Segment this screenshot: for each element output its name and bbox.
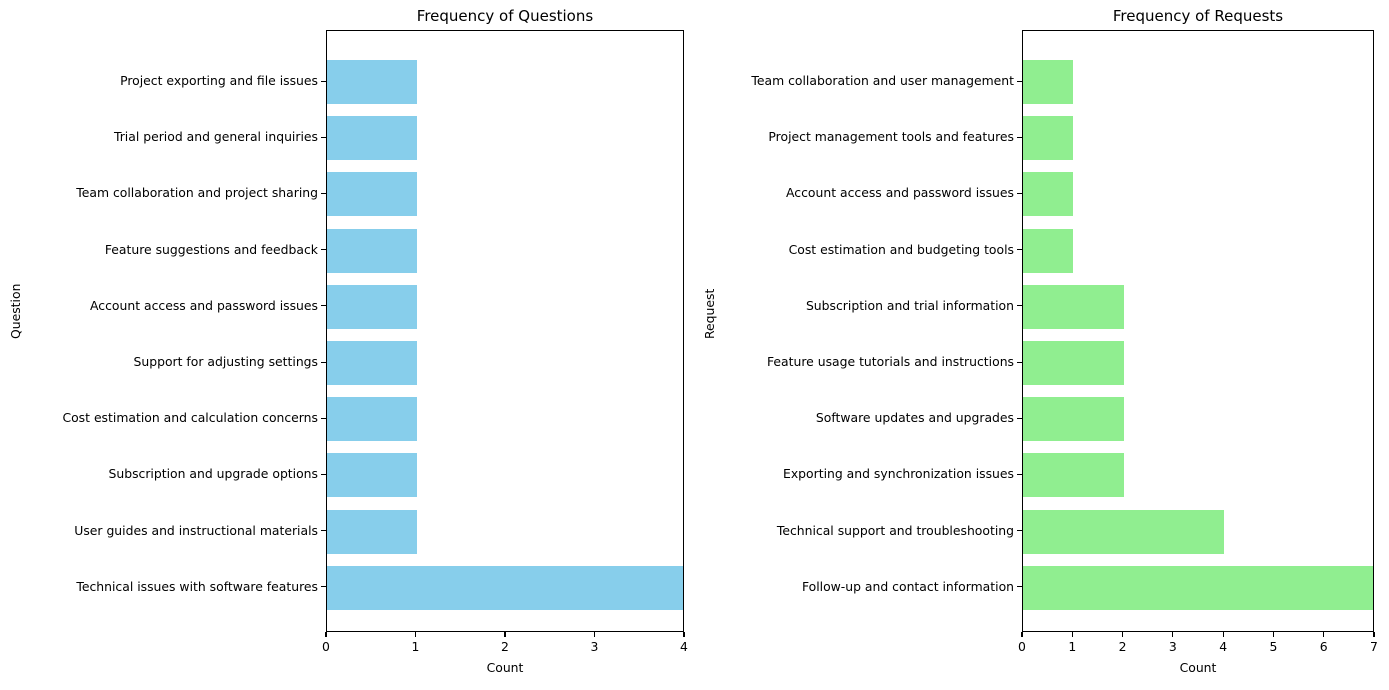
- plot-area-questions: [326, 30, 684, 632]
- y-tick-label: Technical support and troubleshooting: [776, 522, 1014, 538]
- y-tick-label: Follow-up and contact information: [801, 578, 1014, 594]
- bar-questions: [327, 284, 417, 329]
- subplot-questions: Frequency of Questions Question Project …: [0, 0, 695, 690]
- x-tick-mark: [504, 632, 506, 637]
- y-tick-mark: [1017, 586, 1022, 588]
- bar-questions: [327, 60, 417, 104]
- x-tick-label: 0: [322, 639, 330, 654]
- x-tick-mark: [1272, 632, 1275, 637]
- y-tick-mark: [1017, 249, 1022, 251]
- x-tick-mark: [1373, 632, 1375, 637]
- x-tick-label: 4: [1219, 639, 1228, 654]
- y-tick-label: Trial period and general inquiries: [113, 129, 318, 145]
- y-tick-mark: [321, 249, 326, 251]
- bar-requests: [1023, 397, 1124, 442]
- bar-requests: [1023, 116, 1074, 161]
- y-tick-mark: [321, 417, 326, 419]
- y-tick-labels-requests: Team collaboration and user management Pr…: [694, 0, 1014, 690]
- bar-questions: [327, 116, 417, 161]
- bar-questions: [327, 453, 417, 498]
- y-tick-label: User guides and instructional materials: [74, 522, 318, 538]
- bar-questions: [327, 397, 417, 442]
- bar-questions: [327, 228, 417, 273]
- y-tick-label: Project management tools and features: [768, 129, 1014, 145]
- bar-questions: [327, 341, 417, 385]
- y-tick-mark: [1017, 361, 1022, 363]
- y-tick-mark: [321, 473, 326, 476]
- bar-requests: [1023, 509, 1225, 554]
- bar-questions: [327, 509, 417, 554]
- x-tick-mark: [1222, 632, 1224, 637]
- x-tick-label: 7: [1370, 639, 1378, 654]
- bar-requests: [1023, 341, 1124, 385]
- y-tick-label: Software updates and upgrades: [815, 410, 1014, 426]
- x-tick-label: 1: [411, 639, 420, 654]
- y-tick-mark: [321, 530, 326, 532]
- x-tick-label: 2: [1118, 639, 1127, 654]
- y-tick-mark: [321, 80, 326, 82]
- y-tick-labels-questions: Project exporting and file issues Trial p…: [0, 0, 318, 690]
- x-axis-title-requests: Count: [1179, 660, 1217, 675]
- x-tick-label: 6: [1319, 639, 1328, 654]
- y-tick-label: Account access and password issues: [90, 297, 318, 313]
- x-tick-mark: [593, 632, 596, 637]
- x-tick-mark: [414, 632, 417, 637]
- bar-requests: [1023, 453, 1124, 498]
- y-tick-mark: [321, 305, 326, 307]
- figure-canvas: Frequency of Questions Question Project …: [0, 0, 1389, 690]
- y-tick-label: Account access and password issues: [786, 185, 1014, 201]
- x-tick-label: 3: [590, 639, 599, 654]
- y-tick-label: Team collaboration and project sharing: [76, 185, 318, 201]
- y-tick-label: Subscription and trial information: [805, 297, 1014, 313]
- bar-questions: [327, 172, 417, 217]
- y-tick-mark: [1017, 530, 1022, 532]
- chart-title-requests: Frequency of Requests: [1112, 7, 1284, 25]
- x-tick-mark: [1071, 632, 1073, 637]
- bar-requests: [1023, 284, 1124, 329]
- y-tick-mark: [321, 586, 326, 588]
- x-tick-mark: [683, 632, 685, 637]
- bar-requests: [1023, 172, 1074, 217]
- y-tick-label: Feature suggestions and feedback: [104, 241, 318, 257]
- bar-requests: [1023, 60, 1074, 104]
- y-tick-mark: [1017, 417, 1022, 419]
- y-tick-label: Technical issues with software features: [76, 578, 318, 594]
- plot-area-requests: [1022, 30, 1374, 632]
- x-tick-label: 0: [1018, 639, 1026, 654]
- bar-questions: [327, 565, 683, 610]
- y-tick-mark: [1017, 136, 1022, 138]
- bar-series-requests: [1023, 31, 1373, 631]
- y-tick-label: Support for adjusting settings: [133, 354, 318, 369]
- chart-title-questions: Frequency of Questions: [416, 7, 594, 25]
- x-tick-label: 2: [501, 639, 509, 654]
- x-axis-title-questions: Count: [486, 660, 524, 675]
- bar-series-questions: [327, 31, 683, 631]
- y-tick-label: Cost estimation and budgeting tools: [788, 241, 1014, 257]
- x-tick-mark: [1021, 632, 1023, 637]
- y-tick-label: Team collaboration and user management: [751, 73, 1014, 88]
- x-tick-mark: [1121, 632, 1124, 637]
- y-tick-label: Exporting and synchronization issues: [783, 466, 1014, 482]
- x-tick-mark: [1172, 632, 1174, 637]
- bar-requests: [1023, 228, 1074, 273]
- y-tick-label: Subscription and upgrade options: [108, 466, 318, 482]
- y-tick-mark: [321, 136, 326, 138]
- x-tick-label: 5: [1269, 639, 1278, 654]
- subplot-requests: Frequency of Requests Request Team colla…: [694, 0, 1389, 690]
- bar-requests: [1023, 565, 1373, 610]
- x-tick-label: 3: [1168, 639, 1177, 654]
- y-tick-label: Cost estimation and calculation concerns: [62, 410, 318, 426]
- y-tick-mark: [1017, 473, 1022, 476]
- x-tick-mark: [325, 632, 327, 637]
- y-tick-label: Project exporting and file issues: [120, 73, 318, 88]
- y-tick-mark: [321, 192, 326, 195]
- y-tick-mark: [321, 361, 326, 363]
- y-tick-mark: [1017, 192, 1022, 195]
- x-tick-mark: [1323, 632, 1325, 637]
- y-tick-mark: [1017, 80, 1022, 82]
- x-tick-label: 1: [1068, 639, 1077, 654]
- y-tick-mark: [1017, 305, 1022, 307]
- y-tick-label: Feature usage tutorials and instructions: [766, 354, 1014, 369]
